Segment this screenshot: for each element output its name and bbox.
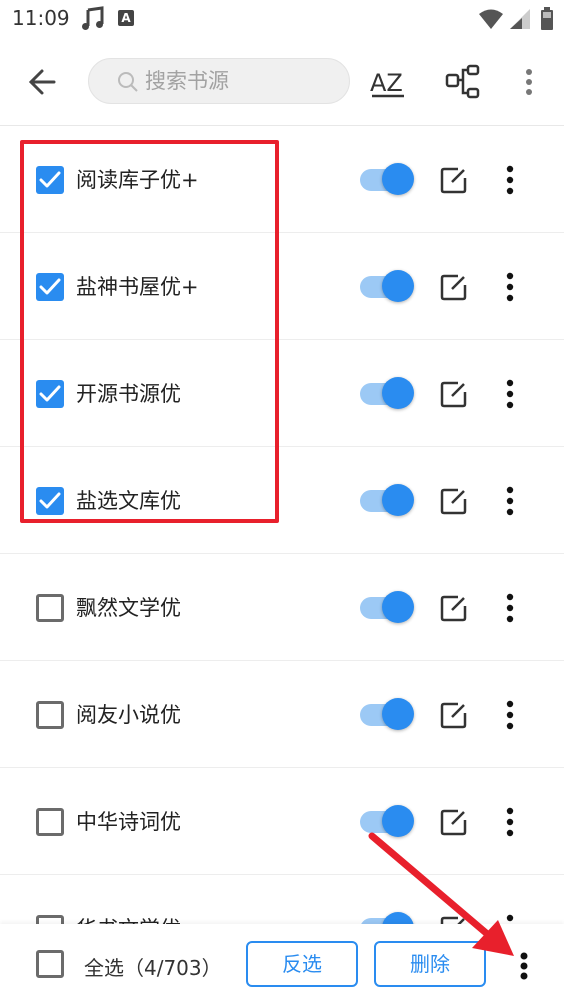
status-time: 11:09 <box>12 6 70 30</box>
more-vert-icon <box>506 593 514 623</box>
enable-toggle[interactable] <box>360 805 414 839</box>
status-bar: 11:09 A <box>0 0 564 40</box>
signal-icon <box>508 8 532 34</box>
row-more-button[interactable] <box>498 590 522 626</box>
toggle-thumb <box>382 698 414 730</box>
source-name: 盐选文库优 <box>76 489 181 513</box>
more-vert-icon <box>506 379 514 409</box>
invert-selection-button[interactable]: 反选 <box>246 941 358 987</box>
more-vert-icon <box>506 165 514 195</box>
source-name: 开源书源优 <box>76 382 181 406</box>
row-more-button[interactable] <box>498 804 522 840</box>
edit-button[interactable] <box>440 166 468 194</box>
more-vert-icon <box>506 807 514 837</box>
edit-button[interactable] <box>440 487 468 515</box>
row-checkbox[interactable] <box>36 594 64 622</box>
list-item[interactable]: 中华诗词优 <box>0 768 564 875</box>
search-input[interactable] <box>145 59 335 103</box>
edit-button[interactable] <box>440 808 468 836</box>
more-vert-icon <box>512 952 536 990</box>
source-name: 阅友小说优 <box>76 703 181 727</box>
sort-label: AZ <box>370 69 403 97</box>
toolbar: AZ <box>0 40 564 126</box>
edit-button[interactable] <box>440 701 468 729</box>
sort-az-button[interactable]: AZ <box>368 60 412 104</box>
edit-icon <box>440 274 467 301</box>
edit-icon <box>440 595 467 622</box>
edit-button[interactable] <box>440 380 468 408</box>
select-all-checkbox[interactable] <box>36 950 64 978</box>
group-icon <box>444 64 484 108</box>
search-icon <box>117 71 139 97</box>
list-item[interactable]: 阅读库子优+ <box>0 126 564 233</box>
list-item[interactable]: 飘然文学优 <box>0 554 564 661</box>
edit-icon <box>440 702 467 729</box>
edit-button[interactable] <box>440 594 468 622</box>
source-name: 飘然文学优 <box>76 596 181 620</box>
source-name: 盐神书屋优+ <box>76 275 199 299</box>
edit-icon <box>440 488 467 515</box>
row-more-button[interactable] <box>498 269 522 305</box>
row-more-button[interactable] <box>498 697 522 733</box>
list-item[interactable]: 阅友小说优 <box>0 661 564 768</box>
enable-toggle[interactable] <box>360 698 414 732</box>
more-vert-icon <box>514 69 544 106</box>
check-icon <box>39 385 61 402</box>
select-all-label: 全选（4/703） <box>84 956 222 980</box>
more-vert-icon <box>506 486 514 516</box>
wifi-icon <box>478 8 504 34</box>
edit-button[interactable] <box>440 273 468 301</box>
enable-toggle[interactable] <box>360 270 414 304</box>
row-more-button[interactable] <box>498 162 522 198</box>
toggle-thumb <box>382 591 414 623</box>
app-a-icon: A <box>118 10 134 26</box>
enable-toggle[interactable] <box>360 591 414 625</box>
back-button[interactable] <box>24 62 64 102</box>
row-checkbox[interactable] <box>36 273 64 301</box>
toggle-thumb <box>382 163 414 195</box>
battery-icon <box>540 7 554 35</box>
row-checkbox[interactable] <box>36 487 64 515</box>
check-icon <box>39 171 61 188</box>
row-checkbox[interactable] <box>36 808 64 836</box>
row-checkbox[interactable] <box>36 380 64 408</box>
edit-icon <box>440 381 467 408</box>
edit-icon <box>440 809 467 836</box>
row-more-button[interactable] <box>498 483 522 519</box>
music-note-icon <box>80 6 106 36</box>
row-more-button[interactable] <box>498 376 522 412</box>
bottom-more-button[interactable] <box>512 946 536 986</box>
toggle-thumb <box>382 484 414 516</box>
sort-az-icon: AZ <box>368 69 412 108</box>
list-item[interactable]: 盐选文库优 <box>0 447 564 554</box>
source-name: 阅读库子优+ <box>76 168 199 192</box>
source-name: 中华诗词优 <box>76 810 181 834</box>
list-item[interactable]: 开源书源优 <box>0 340 564 447</box>
list-item[interactable]: 盐神书屋优+ <box>0 233 564 340</box>
check-icon <box>39 278 61 295</box>
book-source-list: 阅读库子优+盐神书屋优+开源书源优盐选文库优飘然文学优阅友小说优中华诗词优华书文… <box>0 126 564 982</box>
more-options-button[interactable] <box>514 62 544 102</box>
enable-toggle[interactable] <box>360 484 414 518</box>
more-vert-icon <box>506 272 514 302</box>
toggle-thumb <box>382 270 414 302</box>
row-checkbox[interactable] <box>36 166 64 194</box>
row-checkbox[interactable] <box>36 701 64 729</box>
delete-button[interactable]: 删除 <box>374 941 486 987</box>
edit-icon <box>440 167 467 194</box>
enable-toggle[interactable] <box>360 163 414 197</box>
toggle-thumb <box>382 377 414 409</box>
check-icon <box>39 492 61 509</box>
more-vert-icon <box>506 700 514 730</box>
bottom-action-bar: 全选（4/703） 反选 删除 <box>0 924 564 1004</box>
toggle-thumb <box>382 805 414 837</box>
group-button[interactable] <box>444 60 484 104</box>
search-box[interactable] <box>88 58 350 104</box>
enable-toggle[interactable] <box>360 377 414 411</box>
arrow-left-icon <box>24 69 64 106</box>
